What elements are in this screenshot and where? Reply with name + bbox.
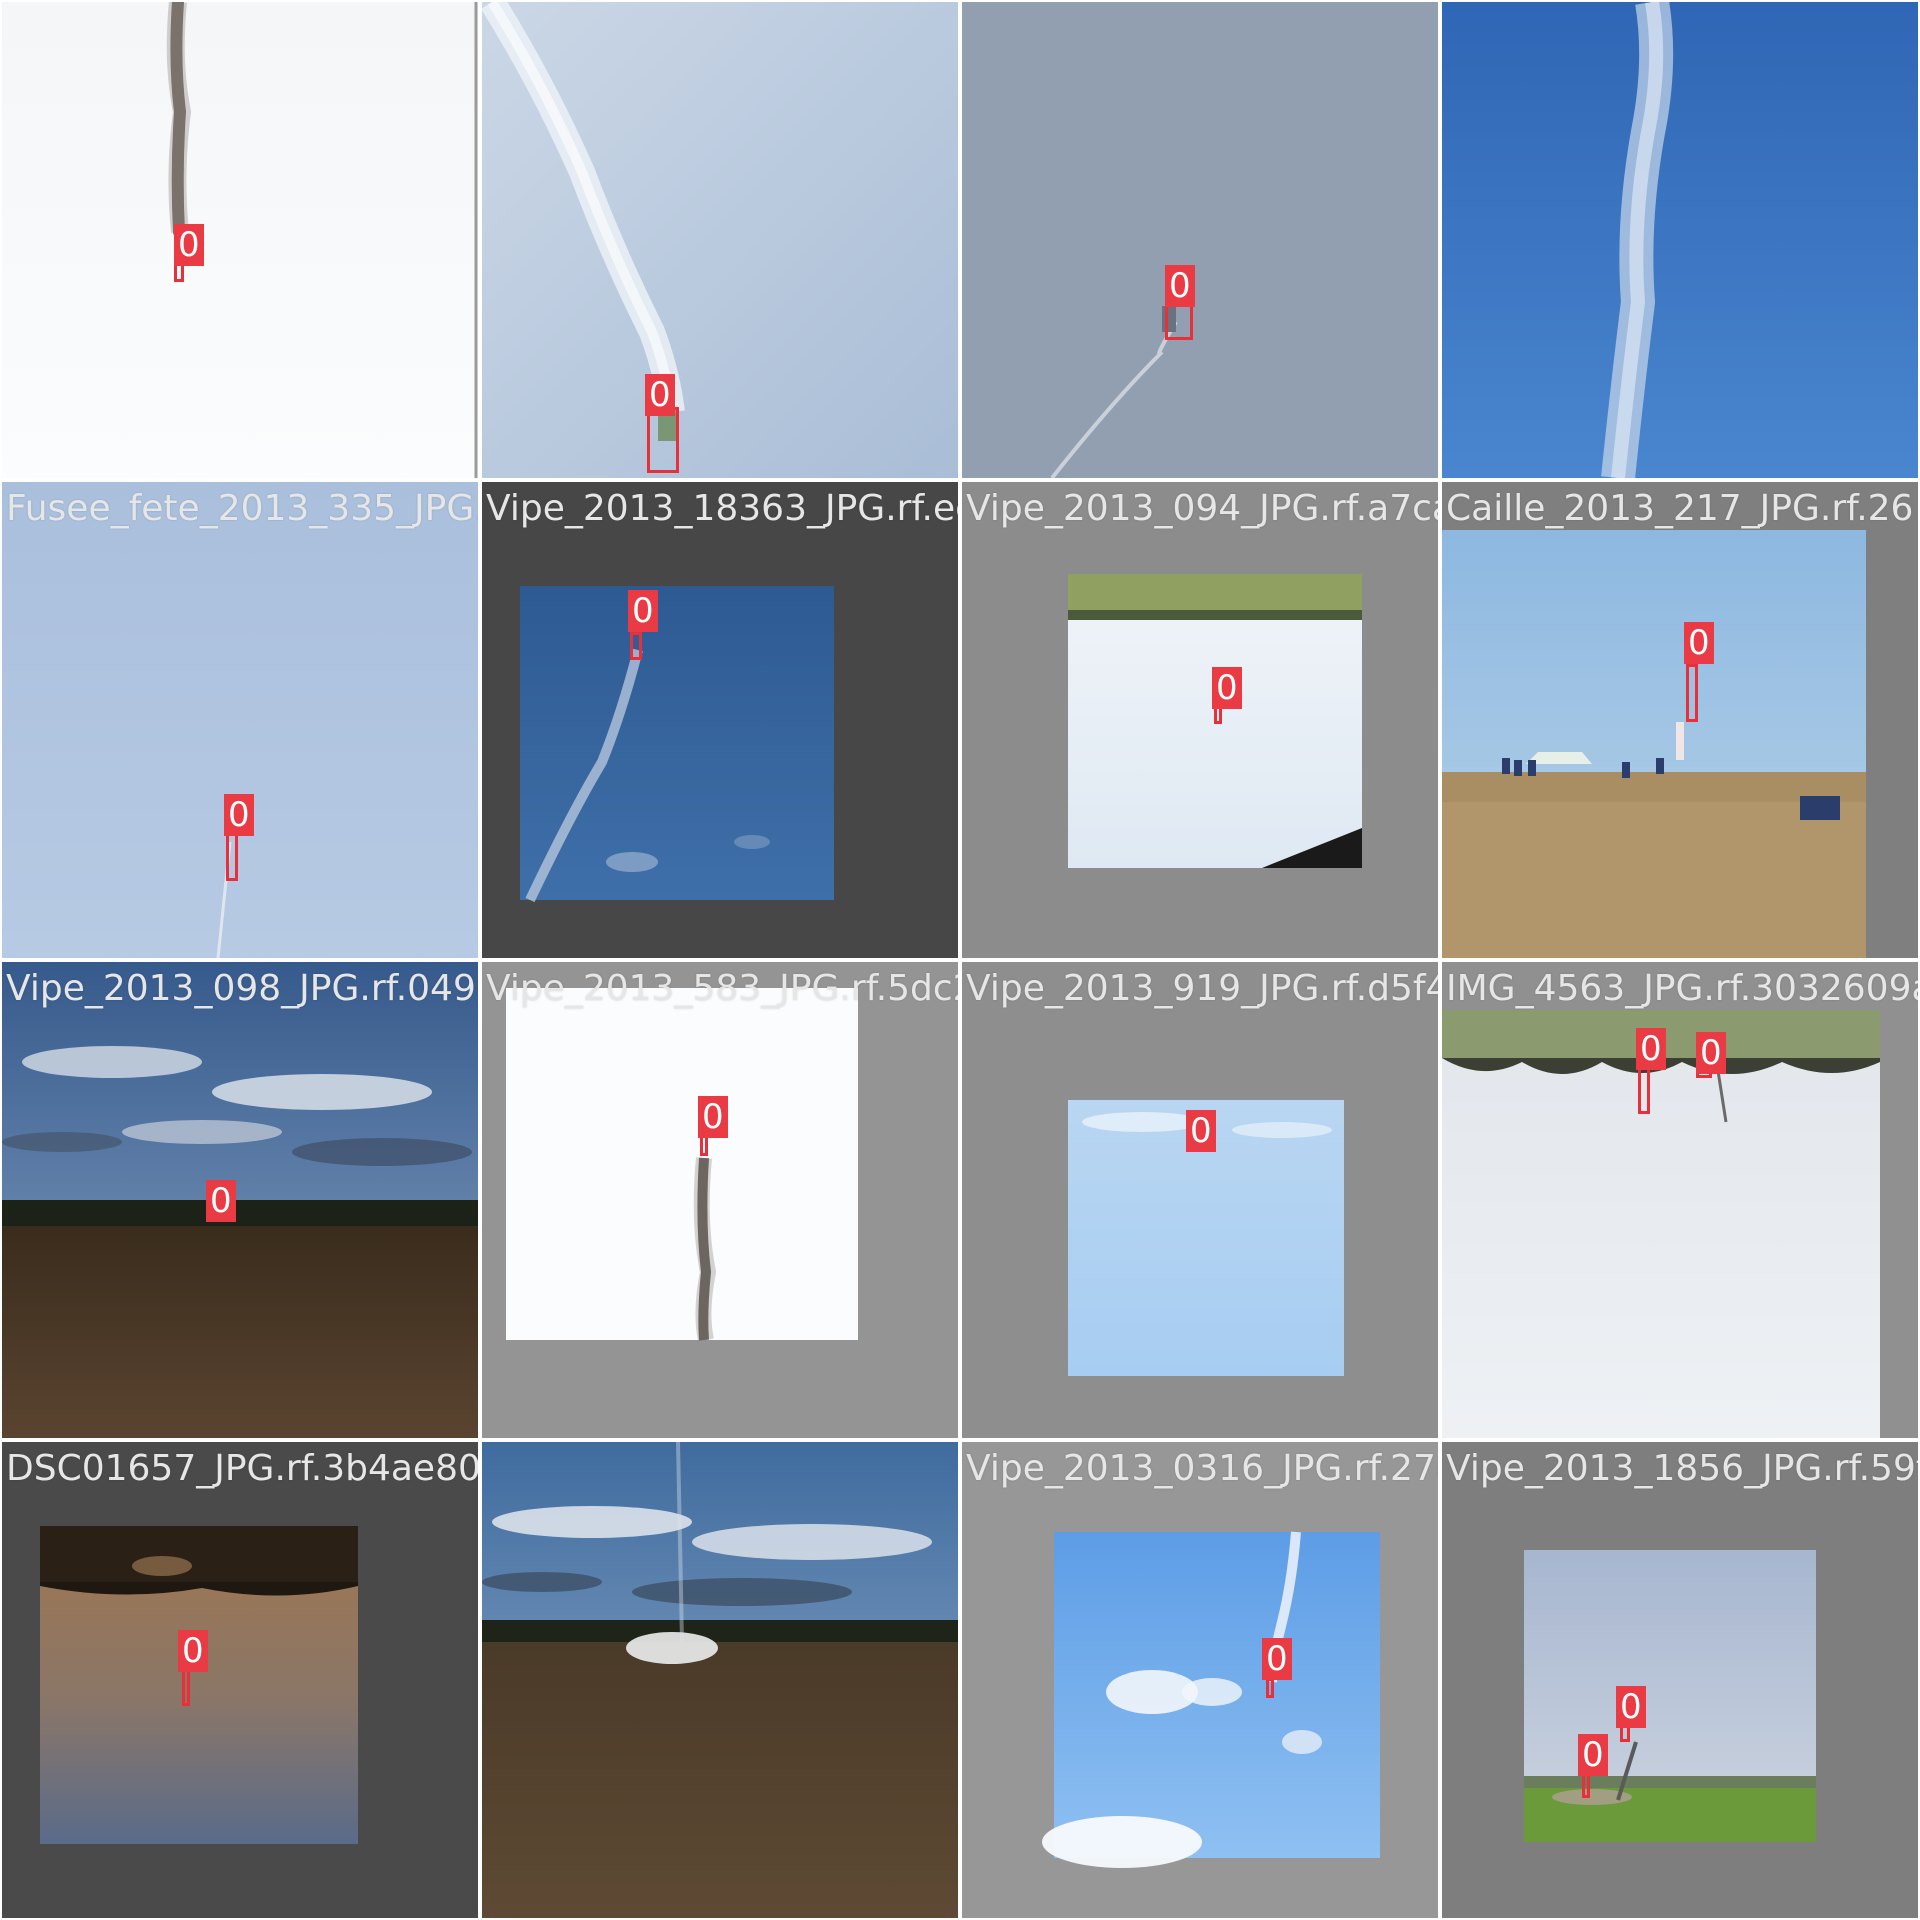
scene-image: [2, 482, 478, 958]
scene-image: [962, 962, 1438, 1438]
scene-image: [482, 2, 958, 478]
scene-image: [1442, 1442, 1918, 1918]
detection-label: 0: [645, 374, 675, 416]
detection-label: 0: [1262, 1638, 1292, 1680]
image-tile: [1440, 0, 1920, 480]
detection-label: 0: [224, 794, 254, 836]
detection-label: 0: [1186, 1110, 1216, 1152]
scene-image: [482, 1442, 958, 1918]
detection-label: 0: [178, 1630, 208, 1672]
detection-box: [647, 407, 679, 473]
image-tile: Vipe_2013_919_JPG.rf.d5f4 0: [960, 960, 1440, 1440]
detection-label: 0: [1616, 1686, 1646, 1728]
scene-image: [962, 2, 1438, 478]
image-tile: 0: [0, 0, 480, 480]
scene-image: [1442, 962, 1918, 1438]
image-tile: Vipe_2013_583_JPG.rf.5dc2 0: [480, 960, 960, 1440]
image-tile: IMG_4563_JPG.rf.3032609a 0 0: [1440, 960, 1920, 1440]
image-tile: Fusee_fete_2013_335_JPG.rf. 0: [0, 480, 480, 960]
detection-box: [226, 829, 238, 881]
scene-image: [2, 2, 478, 478]
scene-image: [962, 1442, 1438, 1918]
detection-box: [1266, 1678, 1274, 1698]
detection-label: 0: [1578, 1734, 1608, 1776]
image-tile: Vipe_2013_18363_JPG.rf.ec4e 0: [480, 480, 960, 960]
detection-label: 0: [1696, 1032, 1726, 1074]
image-tile: Vipe_2013_1856_JPG.rf.59f3 0 0: [1440, 1440, 1920, 1920]
detection-box: [1165, 302, 1193, 340]
scene-image: [482, 962, 958, 1438]
detection-label: 0: [1212, 667, 1242, 709]
detection-label: 0: [698, 1096, 728, 1138]
scene-image: [2, 1442, 478, 1918]
detection-label: 0: [174, 224, 204, 266]
image-tile: 0: [960, 0, 1440, 480]
scene-image: [1442, 482, 1918, 958]
mosaic-grid: 0 0 0 Fusee_fete_2013_335_JPG.rf. 0 Vipe…: [0, 0, 1920, 1920]
scene-image: [482, 482, 958, 958]
detection-label: 0: [628, 590, 658, 632]
image-tile: Vipe_2013_098_JPG.rf.0490 0: [0, 960, 480, 1440]
detection-label: 0: [1684, 622, 1714, 664]
image-tile: [480, 1440, 960, 1920]
scene-image: [962, 482, 1438, 958]
detection-label: 0: [1165, 265, 1195, 307]
scene-image: [1442, 2, 1918, 478]
image-tile: DSC01657_JPG.rf.3b4ae80 0: [0, 1440, 480, 1920]
scene-image: [2, 962, 478, 1438]
image-tile: Vipe_2013_094_JPG.rf.a7ca 0: [960, 480, 1440, 960]
detection-box: [1686, 664, 1698, 722]
image-tile: 0: [480, 0, 960, 480]
detection-box: [630, 632, 642, 660]
detection-label: 0: [206, 1180, 236, 1222]
detection-label: 0: [1636, 1028, 1666, 1070]
image-tile: Vipe_2013_0316_JPG.rf.27ec 0: [960, 1440, 1440, 1920]
image-tile: Caille_2013_217_JPG.rf.26 0: [1440, 480, 1920, 960]
